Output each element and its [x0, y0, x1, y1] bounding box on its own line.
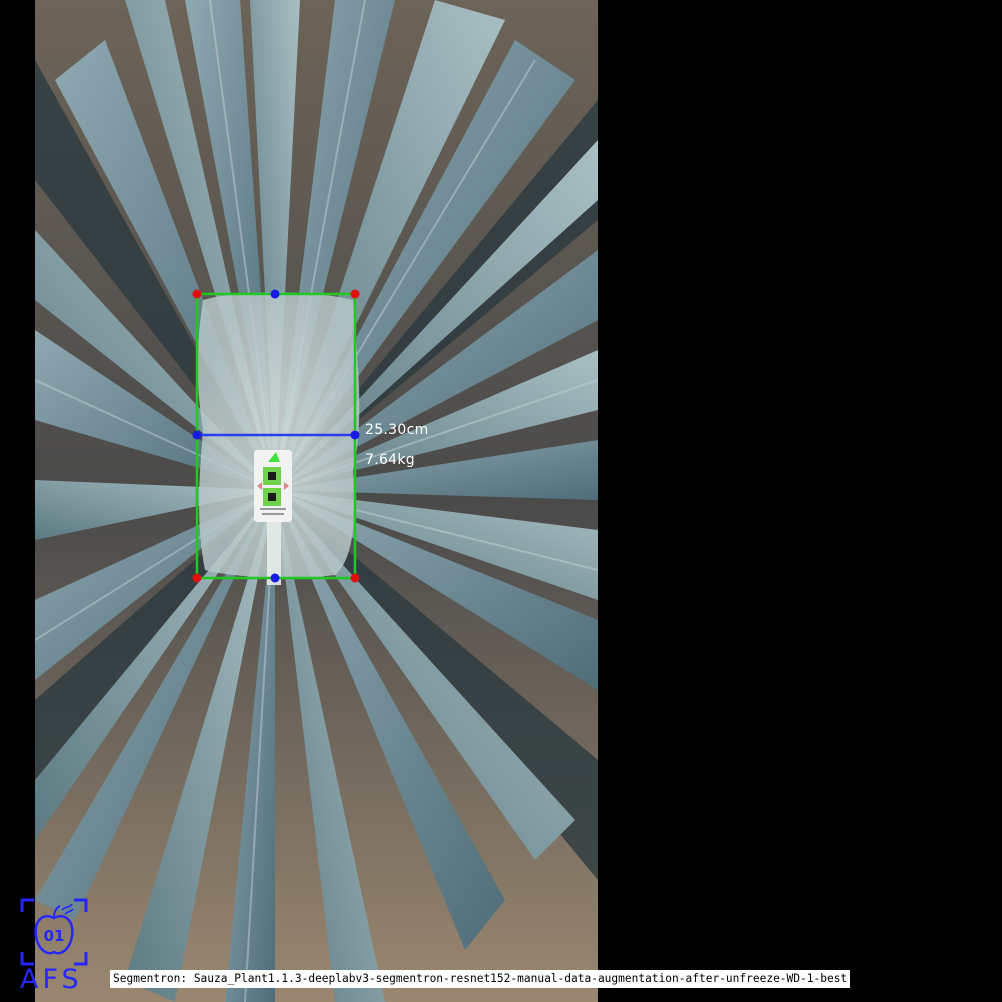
measurement-overlay	[192, 289, 360, 583]
midpoint-bottom	[270, 573, 280, 583]
corner-point-top-right	[350, 289, 360, 299]
corner-point-bottom-left	[192, 573, 202, 583]
apple-camera-icon: 01	[20, 898, 88, 966]
midpoint-top	[270, 289, 280, 299]
midpoint-right	[350, 430, 360, 440]
weight-estimate-label: 7.64kg	[365, 452, 415, 468]
logo-text: AFS	[20, 964, 83, 995]
reference-marker-card	[254, 450, 292, 522]
corner-point-bottom-right	[350, 573, 360, 583]
midpoint-left	[192, 430, 202, 440]
model-caption: Segmentron: Sauza_Plant1.1.3-deeplabv3-s…	[110, 970, 851, 988]
width-measurement-label: 25.30cm	[365, 422, 429, 438]
corner-point-top-left	[192, 289, 202, 299]
logo-number: 01	[44, 927, 65, 945]
